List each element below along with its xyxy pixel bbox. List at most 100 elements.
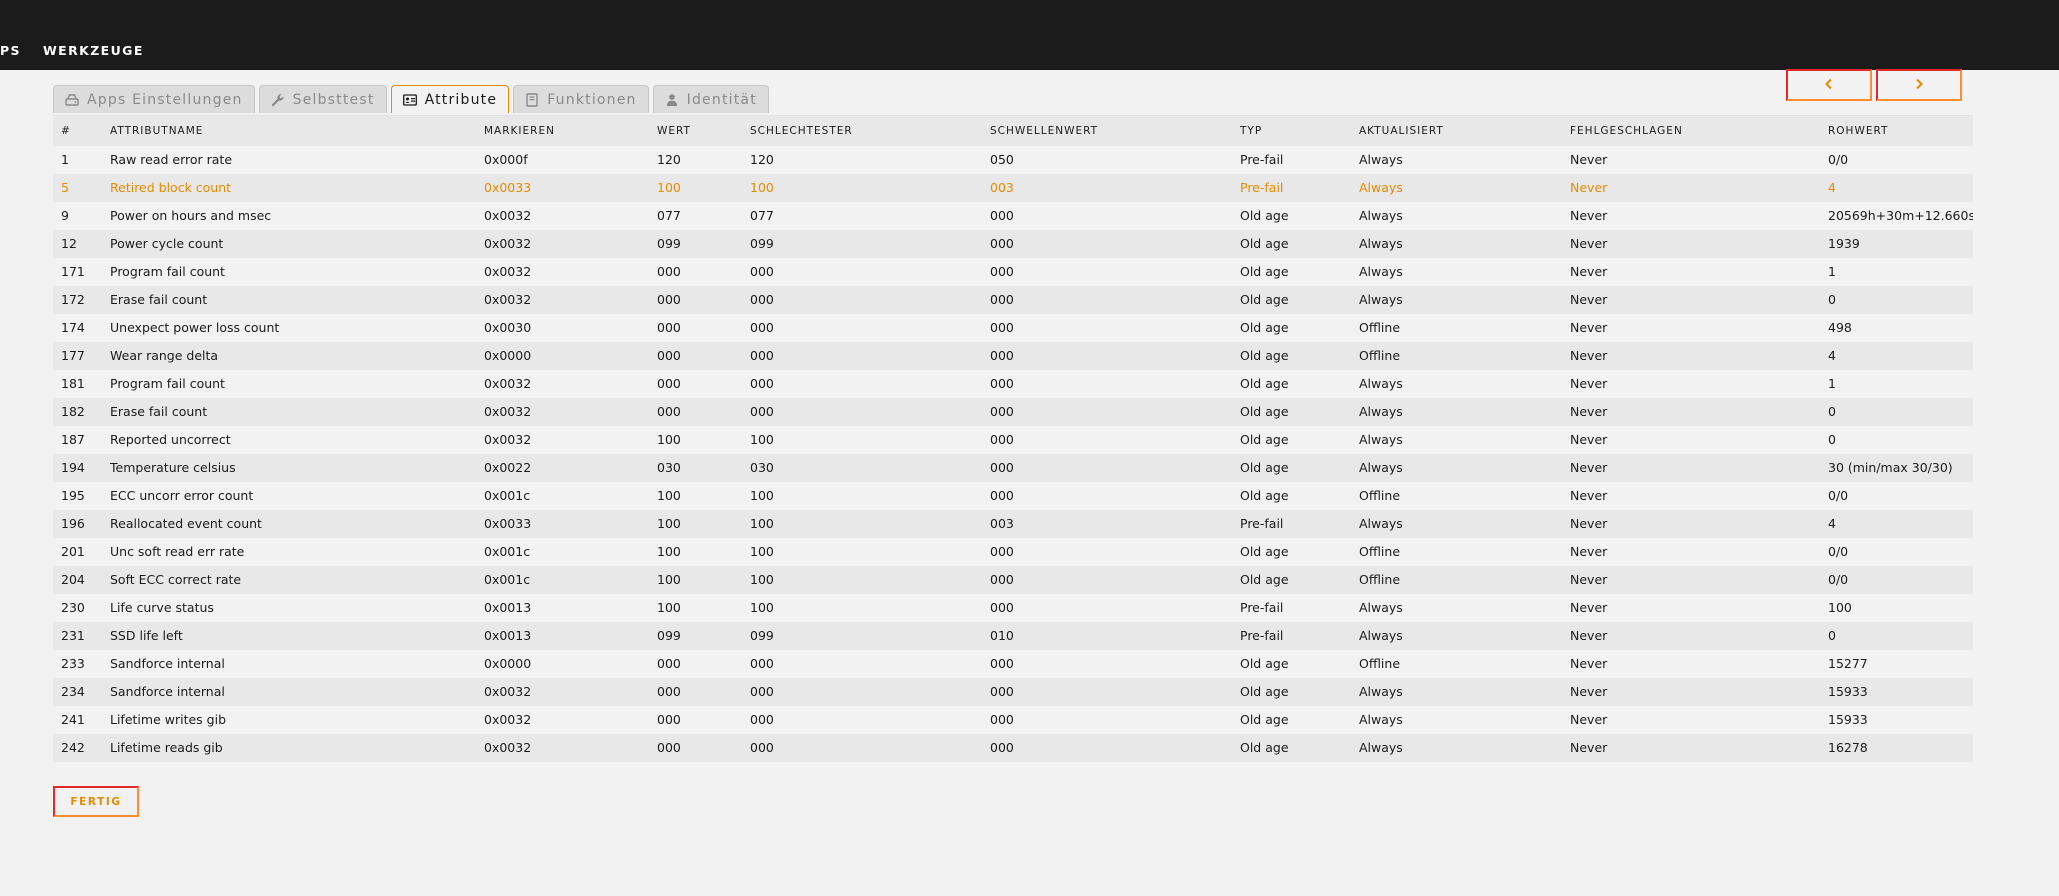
cell-updated: Always <box>1359 516 1403 531</box>
tab-selbsttest[interactable]: Selbsttest <box>258 85 387 113</box>
cell-raw-value: 16278 <box>1828 740 1868 755</box>
cell-raw-value: 20569h+30m+12.660s <box>1828 208 1973 223</box>
nav-item-werkzeuge[interactable]: WERKZEUGE <box>43 43 144 58</box>
cell-flag: 0x0032 <box>484 264 532 279</box>
cell-flag: 0x0032 <box>484 404 532 419</box>
cell-threshold: 000 <box>990 684 1014 699</box>
cell-number: 194 <box>61 460 85 475</box>
cell-failed: Never <box>1570 376 1608 391</box>
column-header-flag: MARKIEREN <box>476 115 649 146</box>
chevron-left-icon <box>1824 78 1834 93</box>
cell-number: 234 <box>61 684 85 699</box>
cell-raw-value: 4 <box>1828 180 1836 195</box>
cell-threshold: 003 <box>990 180 1014 195</box>
cell-value: 000 <box>657 348 681 363</box>
cell-failed: Never <box>1570 236 1608 251</box>
cell-type: Old age <box>1240 376 1289 391</box>
hdd-icon <box>65 93 79 107</box>
cell-type: Pre-fail <box>1240 628 1284 643</box>
cell-worst: 100 <box>750 516 774 531</box>
tab-identitaet[interactable]: Identität <box>652 85 769 113</box>
cell-threshold: 000 <box>990 488 1014 503</box>
cell-number: 12 <box>61 236 77 251</box>
tab-label: Funktionen <box>547 91 637 108</box>
cell-value: 100 <box>657 600 681 615</box>
cell-value: 000 <box>657 292 681 307</box>
column-header-number: # <box>53 115 102 146</box>
cell-failed: Never <box>1570 656 1608 671</box>
table-row: 181 Program fail count 0x0032 000 000 000 Old … <box>53 370 1973 398</box>
user-icon <box>665 93 679 107</box>
cell-attribute-name: Program fail count <box>110 264 225 279</box>
cell-updated: Offline <box>1359 656 1401 671</box>
cell-threshold: 050 <box>990 152 1014 167</box>
cell-worst: 077 <box>750 208 774 223</box>
cell-worst: 100 <box>750 600 774 615</box>
cell-worst: 000 <box>750 264 774 279</box>
column-header-updated: AKTUALISIERT <box>1351 115 1562 146</box>
cell-worst: 000 <box>750 320 774 335</box>
cell-updated: Always <box>1359 404 1403 419</box>
cell-flag: 0x001c <box>484 488 531 503</box>
cell-raw-value: 0/0 <box>1828 572 1849 587</box>
cell-attribute-name: Erase fail count <box>110 292 208 307</box>
cell-worst: 100 <box>750 488 774 503</box>
cell-worst: 000 <box>750 404 774 419</box>
cell-value: 000 <box>657 376 681 391</box>
cell-type: Pre-fail <box>1240 180 1284 195</box>
cell-failed: Never <box>1570 544 1608 559</box>
done-button[interactable]: FERTIG <box>53 786 139 817</box>
cell-failed: Never <box>1570 348 1608 363</box>
cell-type: Old age <box>1240 320 1289 335</box>
cell-worst: 100 <box>750 180 774 195</box>
cell-value: 000 <box>657 656 681 671</box>
cell-worst: 000 <box>750 376 774 391</box>
cell-raw-value: 100 <box>1828 600 1852 615</box>
cell-attribute-name: Erase fail count <box>110 404 208 419</box>
cell-updated: Offline <box>1359 572 1401 587</box>
cell-updated: Offline <box>1359 320 1401 335</box>
cell-raw-value: 0 <box>1828 404 1836 419</box>
smart-attributes-table: # ATTRIBUTNAME MARKIEREN WERT SCHLECHTES… <box>53 115 1973 762</box>
next-button[interactable] <box>1876 69 1962 101</box>
tab-attribute[interactable]: Attribute <box>390 85 510 113</box>
chevron-right-icon <box>1914 78 1924 93</box>
table-row: 234 Sandforce internal 0x0032 000 000 000 Old … <box>53 677 1973 706</box>
tab-bar: Apps Einstellungen Selbsttest Attribute … <box>53 85 769 113</box>
cell-threshold: 003 <box>990 516 1014 531</box>
cell-value: 000 <box>657 264 681 279</box>
cell-flag: 0x0032 <box>484 376 532 391</box>
cell-worst: 100 <box>750 572 774 587</box>
tab-label: Selbsttest <box>292 91 375 108</box>
cell-raw-value: 4 <box>1828 348 1836 363</box>
cell-updated: Always <box>1359 712 1403 727</box>
cell-failed: Never <box>1570 600 1608 615</box>
cell-type: Old age <box>1240 432 1289 447</box>
cell-failed: Never <box>1570 712 1608 727</box>
table-row: 9 Power on hours and msec 0x0032 077 077 000 O… <box>53 202 1973 230</box>
cell-flag: 0x0030 <box>484 320 532 335</box>
cell-flag: 0x0032 <box>484 432 532 447</box>
table-row: 231 SSD life left 0x0013 099 099 010 Pre-fail A… <box>53 621 1973 650</box>
previous-button[interactable] <box>1786 69 1872 101</box>
cell-raw-value: 15933 <box>1828 712 1868 727</box>
tab-apps-einstellungen[interactable]: Apps Einstellungen <box>53 85 255 113</box>
cell-number: 171 <box>61 264 85 279</box>
cell-updated: Always <box>1359 180 1403 195</box>
nav-item-apps[interactable]: PS <box>0 43 21 58</box>
cell-attribute-name: Power on hours and msec <box>110 208 272 223</box>
cell-attribute-name: Lifetime reads gib <box>110 740 223 755</box>
cell-updated: Always <box>1359 460 1403 475</box>
cell-flag: 0x0013 <box>484 600 532 615</box>
cell-number: 172 <box>61 292 85 307</box>
id-card-icon <box>402 93 417 107</box>
table-row: 187 Reported uncorrect 0x0032 100 100 000 Old … <box>53 426 1973 454</box>
cell-type: Old age <box>1240 208 1289 223</box>
cell-value: 100 <box>657 180 681 195</box>
cell-flag: 0x0013 <box>484 628 532 643</box>
tab-funktionen[interactable]: Funktionen <box>513 85 649 113</box>
cell-attribute-name: Soft ECC correct rate <box>110 572 242 587</box>
cell-worst: 099 <box>750 628 774 643</box>
cell-number: 204 <box>61 572 85 587</box>
cell-failed: Never <box>1570 292 1608 307</box>
